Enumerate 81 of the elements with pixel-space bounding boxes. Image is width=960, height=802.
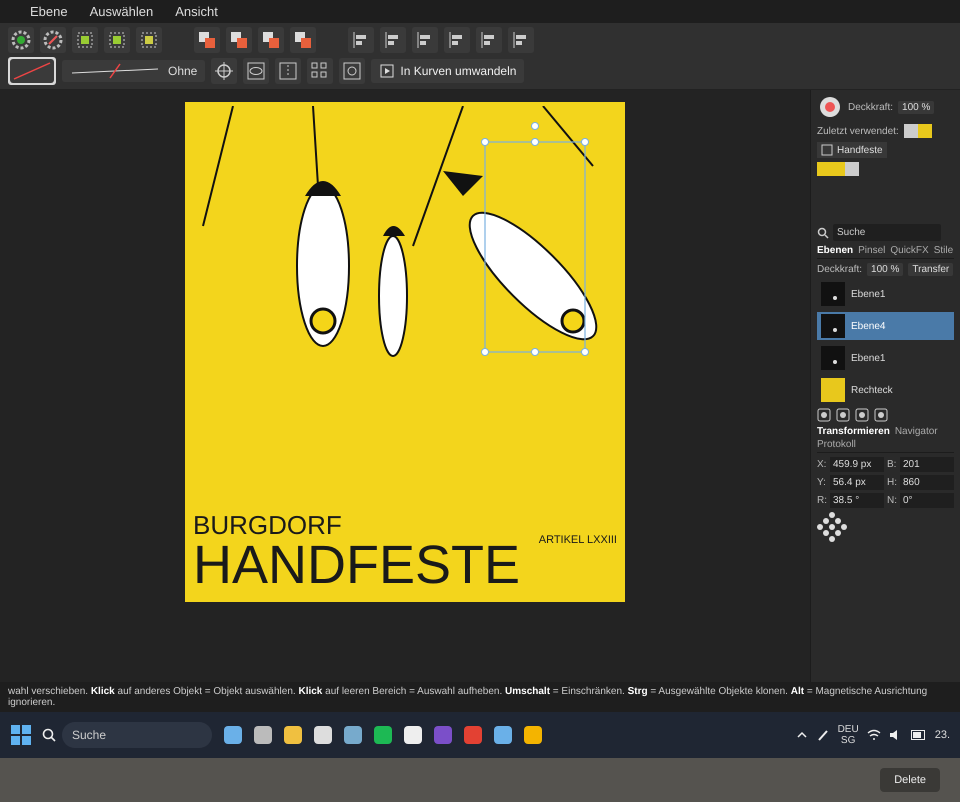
input-field[interactable]: 459.9 px bbox=[830, 457, 884, 472]
opacity-dropdown[interactable]: 100 % bbox=[867, 263, 904, 276]
align-icon[interactable] bbox=[380, 27, 406, 53]
layout-label: SG bbox=[840, 735, 856, 746]
boolean-icon[interactable] bbox=[290, 27, 316, 53]
align-icon[interactable] bbox=[508, 27, 534, 53]
menu-item[interactable]: Auswählen bbox=[90, 4, 154, 19]
anchor-point-icon[interactable] bbox=[817, 512, 847, 542]
input-field[interactable]: 860 bbox=[900, 475, 954, 490]
field-label: R: bbox=[817, 495, 827, 506]
stroke-preview-icon bbox=[70, 63, 160, 79]
palette-icon bbox=[821, 144, 833, 156]
search-icon bbox=[42, 728, 56, 742]
layer-thumbnail bbox=[821, 346, 845, 370]
boolean-icon[interactable] bbox=[258, 27, 284, 53]
palette-swatches-icon bbox=[817, 162, 859, 176]
none-slash-icon bbox=[10, 59, 54, 83]
layer-thumbnail bbox=[821, 314, 845, 338]
opacity-label: Deckkraft: bbox=[848, 102, 894, 112]
keyboard-key[interactable]: Delete bbox=[880, 768, 940, 792]
poster-title: HANDFESTE bbox=[193, 538, 520, 592]
field-label: N: bbox=[887, 495, 897, 506]
panel-tab[interactable]: Pinsel bbox=[858, 245, 886, 256]
opacity-label: Deckkraft: bbox=[817, 264, 862, 275]
search-field[interactable]: Suche bbox=[833, 224, 941, 241]
field-label: B: bbox=[887, 459, 897, 470]
pen-icon[interactable] bbox=[816, 728, 830, 742]
crosshair-icon[interactable] bbox=[211, 58, 238, 84]
input-field[interactable]: 56.4 px bbox=[830, 475, 884, 490]
layer-row[interactable]: Ebene1 bbox=[817, 280, 954, 308]
selection-icon[interactable] bbox=[104, 27, 130, 53]
align-icon[interactable] bbox=[348, 27, 374, 53]
panel-tab[interactable]: Stile bbox=[934, 245, 954, 256]
layer-thumbnail bbox=[821, 282, 845, 306]
search-icon bbox=[817, 226, 829, 238]
clock[interactable]: 23. bbox=[934, 729, 950, 741]
battery-icon[interactable] bbox=[910, 730, 927, 740]
curve-icon bbox=[379, 63, 396, 79]
language-label: DEU bbox=[838, 724, 859, 735]
panel-tab[interactable]: Ebenen bbox=[817, 245, 854, 256]
selection-icon[interactable] bbox=[72, 27, 98, 53]
align-icon[interactable] bbox=[412, 27, 438, 53]
field-label: X: bbox=[817, 459, 827, 470]
recent-colors-label: Zuletzt verwendet: bbox=[817, 126, 899, 136]
keyboard-language-indicator[interactable]: DEU SG bbox=[838, 724, 859, 746]
boolean-icon[interactable] bbox=[194, 27, 220, 53]
blend-mode-dropdown[interactable]: Transfer bbox=[908, 263, 954, 276]
grid-icon[interactable] bbox=[307, 58, 334, 84]
convert-to-curves-button[interactable]: In Kurven umwandeln bbox=[371, 59, 524, 83]
field-label: H: bbox=[887, 477, 897, 488]
stroke-style-dropdown[interactable]: Ohne bbox=[62, 60, 206, 82]
panel-tab[interactable]: Protokoll bbox=[817, 439, 856, 450]
input-field[interactable]: 0° bbox=[900, 493, 954, 508]
fill-swatch[interactable] bbox=[8, 57, 56, 85]
windows-start-icon[interactable] bbox=[10, 724, 32, 746]
opacity-value[interactable]: 100 % bbox=[898, 100, 934, 114]
menu-item[interactable]: Ansicht bbox=[175, 4, 218, 19]
layer-row[interactable]: Ebene1 bbox=[817, 344, 954, 372]
align-icon[interactable] bbox=[476, 27, 502, 53]
gear-icon[interactable] bbox=[8, 27, 34, 53]
panel-tab[interactable]: QuickFX bbox=[890, 245, 929, 256]
taskbar-search-field[interactable]: Suche bbox=[62, 722, 212, 748]
wifi-icon[interactable] bbox=[866, 729, 881, 741]
status-bar-text: wahl verschieben. Klick auf anderes Objekt = Objekt auswählen. Klick auf leeren Bereich = Auswahl aufheben. Umschalt = Einschränken. Strg = Ausgewählte Objekte klonen. Alt = Magnetische Ausrichtung ignorieren. bbox=[0, 682, 960, 712]
selection-icon[interactable] bbox=[136, 27, 162, 53]
panel-tab[interactable]: Transformieren bbox=[817, 426, 890, 437]
input-field[interactable]: 201 bbox=[900, 457, 954, 472]
palette-dropdown[interactable]: Handfeste bbox=[817, 142, 887, 158]
field-label: Y: bbox=[817, 477, 827, 488]
panel-tab[interactable]: Navigator bbox=[894, 426, 938, 437]
layer-row[interactable]: Ebene4 bbox=[817, 312, 954, 340]
menu-item[interactable]: Ebene bbox=[30, 4, 68, 19]
recent-swatches-icon bbox=[904, 124, 932, 138]
boolean-icon[interactable] bbox=[226, 27, 252, 53]
poster-article-label: ARTIKEL LXXIII bbox=[538, 534, 617, 546]
layer-thumbnail bbox=[821, 378, 845, 402]
input-field[interactable]: 38.5 ° bbox=[830, 493, 884, 508]
align-icon[interactable] bbox=[444, 27, 470, 53]
layer-row[interactable]: Rechteck bbox=[817, 376, 954, 404]
poster-subtitle: BURGDORF bbox=[193, 512, 343, 538]
gear-icon[interactable] bbox=[40, 27, 66, 53]
